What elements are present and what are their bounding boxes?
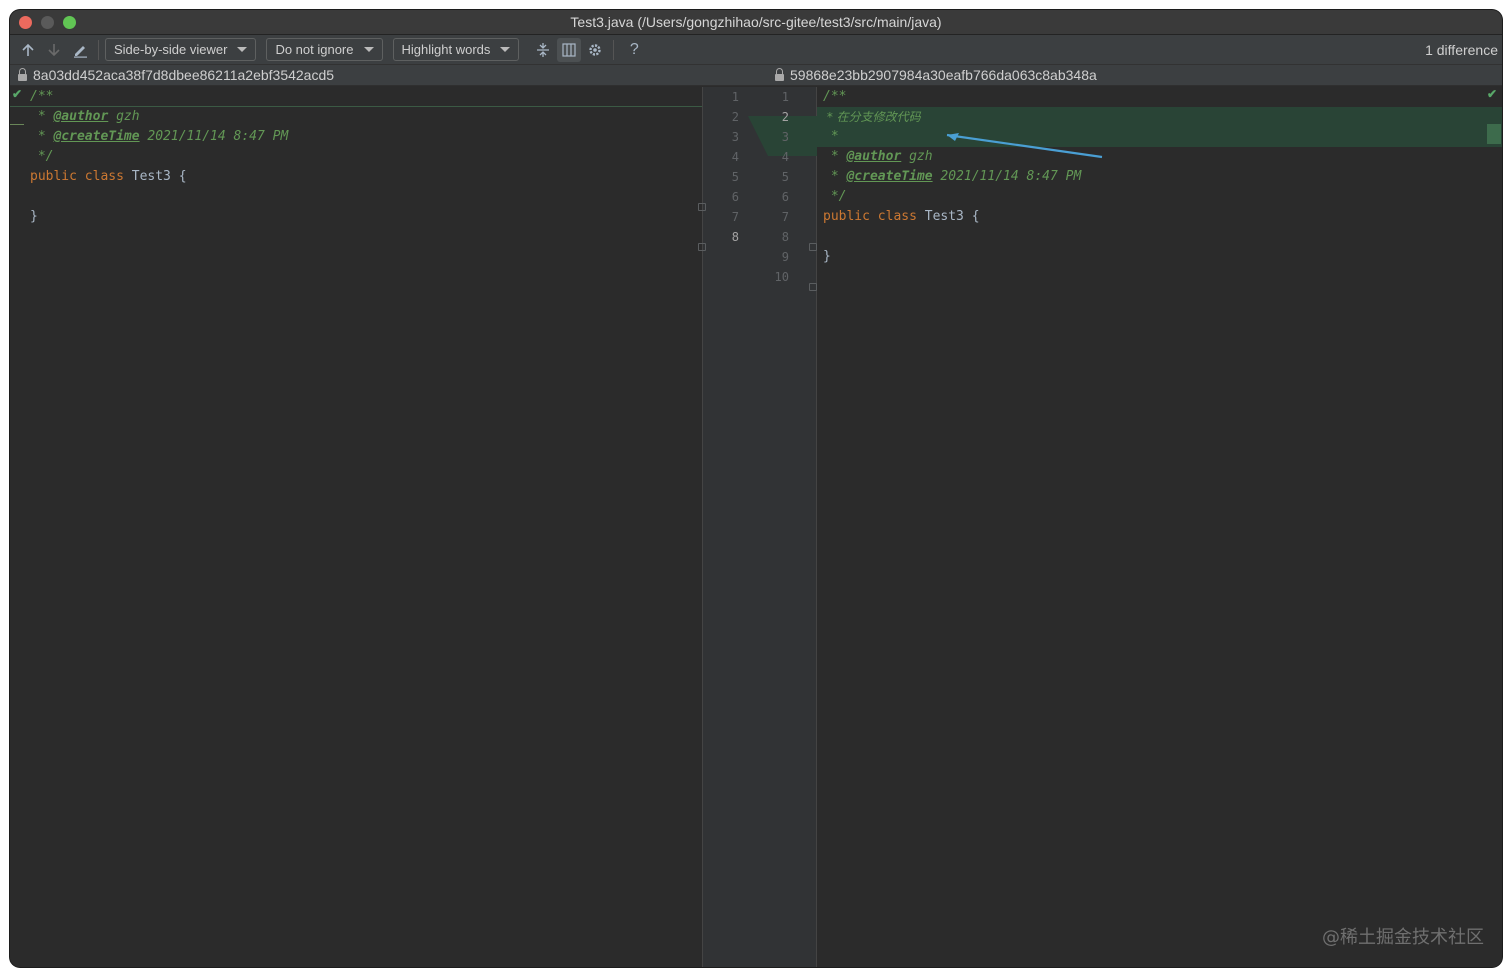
diff-toolbar: Side-by-side viewer Do not ignore Highli… [10,35,1502,65]
chevron-down-icon [500,47,511,52]
title-bar: Test3.java (/Users/gongzhihao/src-gitee/… [10,10,1502,35]
class-name-text: Test3 { [123,169,187,184]
right-revision-hash: 59868e23bb2907984a30eafb766da063c8ab348a [790,67,1097,83]
window-title: Test3.java (/Users/gongzhihao/src-gitee/… [570,14,942,30]
minimize-window-button[interactable] [41,16,54,29]
code-line: * @createTime 2021/11/14 8:47 PM [30,127,288,147]
right-line-number: 2 [781,110,789,124]
right-line-number: 5 [781,170,789,184]
right-revision: 59868e23bb2907984a30eafb766da063c8ab348a [775,67,1097,83]
code-line: */ [823,189,847,204]
code-line: public class Test3 { [823,207,980,227]
difference-count: 1 difference [1425,41,1498,58]
left-line-number: 3 [731,130,739,144]
right-line-number: 7 [781,210,789,224]
whitespace-ignore-dropdown[interactable]: Do not ignore [266,38,383,61]
right-line-number: 9 [781,250,789,264]
javadoc-tag: @createTime [53,129,140,144]
lock-icon [775,67,784,81]
edit-source-icon[interactable] [68,38,92,62]
fold-marker-icon[interactable] [698,243,706,251]
keyword-text: public class [823,209,917,224]
code-line: /** [30,89,54,104]
added-code-line: * 在分支修改代码 [823,110,921,124]
highlight-mode-label: Highlight words [401,42,491,57]
comment-text: gzh [108,109,140,124]
right-editor[interactable]: ✔ /** * 在分支修改代码 * * @author gzh * @creat… [817,87,1502,967]
lock-icon [18,67,27,81]
class-name-text: Test3 { [916,209,980,224]
added-code-line: * [823,129,839,144]
code-line: public class Test3 { [30,167,187,187]
highlight-mode-dropdown[interactable]: Highlight words [392,38,520,61]
diff-gutter: 1 2 3 4 5 6 7 8 1 2 3 4 5 6 7 8 9 10 [698,87,818,967]
left-line-number: 2 [731,110,739,124]
left-revision-hash: 8a03dd452aca38f7d8dbee86211a2ebf3542acd5 [33,67,335,83]
fold-marker-icon[interactable] [809,243,817,251]
previous-difference-icon[interactable] [16,38,40,62]
code-line: * @author gzh [823,147,933,167]
fold-marker-icon[interactable] [809,283,817,291]
left-revision: 8a03dd452aca38f7d8dbee86211a2ebf3542acd5 [18,67,334,83]
collapse-unchanged-icon[interactable] [531,38,555,62]
chevron-down-icon [237,47,248,52]
left-editor[interactable]: ✔ /** * @author gzh * @createTime 2021/1… [10,87,702,967]
toolbar-divider [613,39,615,60]
left-line-number: 1 [731,90,739,104]
comment-text: * [823,149,847,164]
code-line: * @author gzh [30,107,140,127]
right-line-number: 4 [781,150,789,164]
right-line-number: 3 [781,130,789,144]
next-difference-icon[interactable] [42,38,66,62]
keyword-text: public class [30,169,124,184]
comment-text: * [823,169,847,184]
chevron-down-icon [363,47,374,52]
change-stripe-marker [1487,124,1501,144]
left-line-number: 4 [731,150,739,164]
viewer-mode-dropdown[interactable]: Side-by-side viewer [105,38,257,61]
comment-text: * [30,129,54,144]
left-line-number: 5 [731,170,739,184]
comment-text: gzh [901,149,933,164]
code-line: * @createTime 2021/11/14 8:47 PM [823,167,1081,187]
code-line: } [823,249,831,264]
gear-icon[interactable] [583,38,607,62]
insertion-marker [10,124,24,125]
right-line-number: 1 [781,90,789,104]
sync-scroll-icon[interactable] [557,37,582,62]
annotation-arrow [946,133,1103,159]
code-line: */ [30,149,54,164]
javadoc-tag: @author [53,109,109,124]
comment-text: 2021/11/14 8:47 PM [932,169,1082,184]
toolbar-divider [98,39,99,60]
maximize-window-button[interactable] [63,16,76,29]
checkmark-icon: ✔ [12,87,23,101]
left-line-number: 7 [731,210,739,224]
help-icon[interactable]: ? [622,38,646,62]
code-line: } [30,209,38,224]
fold-marker-icon[interactable] [698,203,706,211]
code-line: /** [823,89,847,104]
ignore-mode-label: Do not ignore [275,42,354,57]
left-line-number: 8 [731,230,739,244]
checkmark-icon: ✔ [1487,87,1498,101]
viewer-mode-label: Side-by-side viewer [114,42,228,57]
javadoc-tag: @createTime [846,169,933,184]
left-line-number: 6 [731,190,739,204]
javadoc-tag: @author [846,149,902,164]
right-line-number: 8 [781,230,789,244]
comment-text: * [30,109,54,124]
watermark: @稀土掘金技术社区 [1322,927,1484,948]
revision-header: 8a03dd452aca38f7d8dbee86211a2ebf3542acd5… [10,65,1502,86]
close-window-button[interactable] [19,16,32,29]
right-line-number: 6 [781,190,789,204]
comment-text: 2021/11/14 8:47 PM [139,129,289,144]
diff-window: Test3.java (/Users/gongzhihao/src-gitee/… [10,10,1502,967]
right-line-number: 10 [774,270,789,284]
